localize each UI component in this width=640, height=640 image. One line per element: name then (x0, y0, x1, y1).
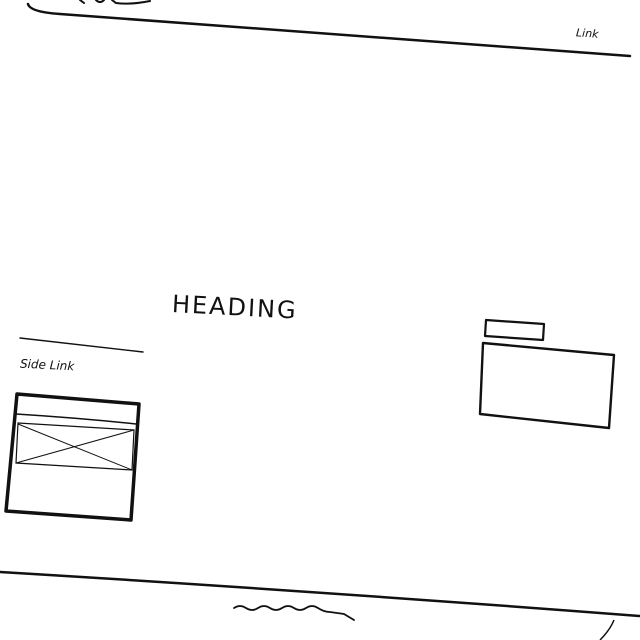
header-link[interactable]: Link (576, 26, 599, 41)
right-widget-box (478, 341, 616, 430)
header-bar-line (26, 2, 632, 58)
sidebar-link[interactable]: Side Link (20, 357, 75, 374)
logo-scribble (79, 0, 151, 5)
sidebar-image-placeholder (4, 392, 141, 522)
right-widget-tab (483, 318, 546, 342)
wireframe-sketch (0, 0, 640, 640)
sketch-canvas: Link HEADING Side Link (0, 0, 640, 640)
paper-bottom-edge (599, 619, 615, 640)
footer-squiggle (233, 605, 355, 621)
sidebar-divider (19, 337, 144, 353)
